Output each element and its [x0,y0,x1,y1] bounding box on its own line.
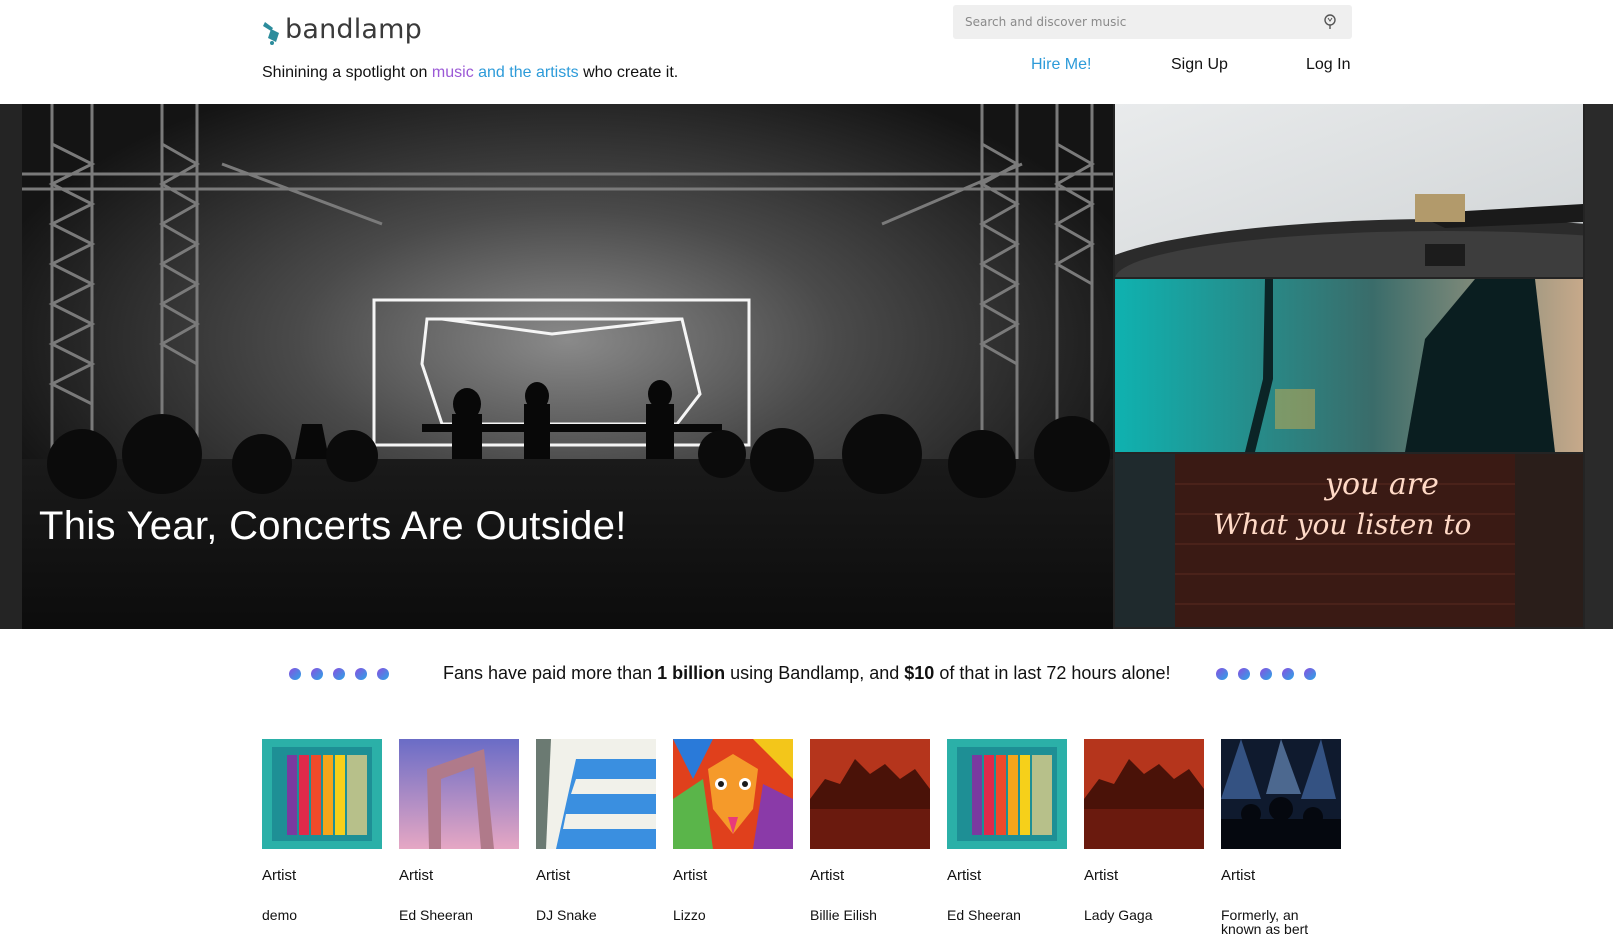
musician-image [1115,279,1583,452]
hero-title: This Year, Concerts Are Outside! [39,504,627,548]
neon-sign-tile[interactable]: you are What you listen to [1115,454,1583,627]
artist-role: Artist [262,867,297,884]
artist-card[interactable]: Artist Lady Gaga [1084,739,1204,922]
hero-right-edge [1585,104,1613,629]
artist-image [673,739,793,849]
artist-name[interactable]: Ed Sheeran [947,908,1067,922]
artist-name[interactable]: Ed Sheeran [399,908,519,922]
concert-image [22,104,1113,629]
artist-image [262,739,382,849]
artist-role: Artist [1084,867,1119,884]
musician-tile[interactable] [1115,279,1583,452]
sign-up-link[interactable]: Sign Up [1171,56,1228,74]
artist-card[interactable]: Artist Ed Sheeran [399,739,519,922]
artist-image [536,739,656,849]
logo[interactable]: bandlamp [262,14,422,46]
artist-name[interactable]: demo [262,908,382,922]
artist-card[interactable]: Artist Lizzo [673,739,793,922]
logo-text: bandlamp [285,14,423,45]
artist-card[interactable]: Artist Billie Eilish [810,739,930,922]
artist-grid: Artist demo Artist Ed Sheeran Artist DJ … [262,739,1362,936]
neon-line-2: What you listen to [1213,508,1471,541]
neon-line-1: you are [1323,467,1439,502]
hero-feature[interactable]: This Year, Concerts Are Outside! [22,104,1113,629]
turntable-tile[interactable] [1115,104,1583,277]
artist-card[interactable]: Artist DJ Snake [536,739,656,922]
artist-name[interactable]: Formerly, an known as bert [1221,908,1341,936]
artist-card[interactable]: Artist Formerly, an known as bert [1221,739,1341,936]
artist-role: Artist [1221,867,1256,884]
artist-card[interactable]: Artist demo [262,739,382,922]
artist-image [1084,739,1204,849]
artist-name[interactable]: Billie Eilish [810,908,930,922]
stats-text: Fans have paid more than 1 billion using… [443,663,1171,683]
artist-name[interactable]: Lady Gaga [1084,908,1204,922]
artist-role: Artist [947,867,982,884]
tagline: Shinining a spotlight on music and the a… [262,64,679,81]
artist-role: Artist [399,867,434,884]
artist-role: Artist [810,867,845,884]
neon-sign-image: you are What you listen to [1115,454,1583,627]
artist-name[interactable]: DJ Snake [536,908,656,922]
hero-section: This Year, Concerts Are Outside! you are… [0,104,1613,629]
lamp-logo-icon [263,22,279,45]
search-icon[interactable] [1322,13,1340,31]
search-box [953,5,1352,39]
turntable-image [1115,104,1583,277]
search-input[interactable] [963,14,1318,30]
artist-image [810,739,930,849]
artist-image [947,739,1067,849]
stats-banner: Fans have paid more than 1 billion using… [0,648,1613,698]
artist-image [399,739,519,849]
site-header: bandlamp Shinining a spotlight on music … [0,0,1613,104]
dots-decoration-right [1216,668,1316,680]
hire-me-link[interactable]: Hire Me! [1031,56,1091,74]
artist-role: Artist [536,867,571,884]
artist-name[interactable]: Lizzo [673,908,793,922]
artist-card[interactable]: Artist Ed Sheeran [947,739,1067,922]
artist-role: Artist [673,867,708,884]
log-in-link[interactable]: Log In [1306,56,1350,74]
dots-decoration-left [289,668,389,680]
artist-image [1221,739,1341,849]
